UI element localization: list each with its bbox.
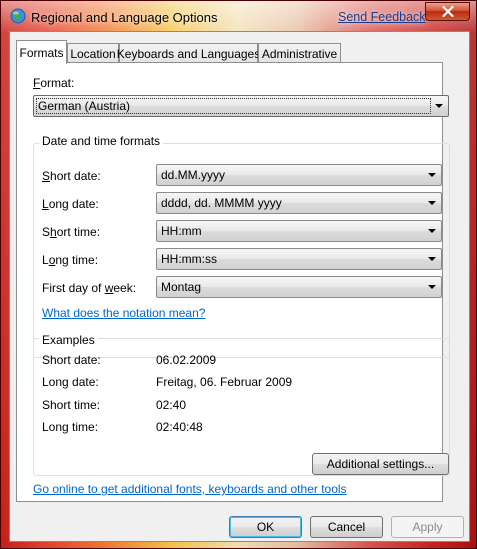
formats-panel: Format: German (Austria) Date and time f… [16, 62, 450, 502]
long-time-dropdown[interactable]: HH:mm:ss [156, 248, 442, 270]
example-label: Long time: [42, 420, 99, 434]
close-icon [441, 6, 454, 17]
short-date-dropdown[interactable]: dd.MM.yyyy [156, 164, 442, 186]
example-value: 02:40:48 [156, 420, 203, 434]
globe-icon [10, 8, 26, 24]
cancel-button[interactable]: Cancel [310, 516, 383, 538]
date-time-group-title: Date and time formats [39, 134, 164, 148]
tab-label: Administrative [261, 46, 338, 61]
format-dropdown[interactable]: German (Austria) [33, 95, 449, 117]
ok-button[interactable]: OK [229, 516, 302, 538]
first-day-value: Montag [161, 280, 202, 294]
short-date-value: dd.MM.yyyy [161, 168, 226, 182]
tab-keyboards-and-languages[interactable]: Keyboards and Languages [116, 43, 261, 63]
long-date-label: Long date: [42, 197, 99, 211]
example-label: Long date: [42, 375, 99, 389]
chevron-down-icon [425, 277, 439, 297]
chevron-down-icon [425, 165, 439, 185]
apply-button[interactable]: Apply [391, 516, 464, 538]
long-time-label: Long time: [42, 253, 99, 267]
online-tools-link[interactable]: Go online to get additional fonts, keybo… [33, 482, 347, 496]
chevron-down-icon [425, 249, 439, 269]
short-time-dropdown[interactable]: HH:mm [156, 220, 442, 242]
short-time-value: HH:mm [161, 224, 202, 238]
dialog-window: Regional and Language Options Send Feedb… [0, 0, 477, 549]
tab-label: Keyboards and Languages [116, 46, 261, 61]
tab-label: Location [70, 46, 116, 61]
close-button[interactable] [425, 2, 470, 21]
title-bar[interactable]: Regional and Language Options Send Feedb… [1, 1, 477, 35]
first-day-label: First day of week: [42, 281, 137, 295]
chevron-down-icon [432, 96, 446, 116]
example-value: 06.02.2009 [156, 353, 217, 367]
dialog-client: Formats Location Keyboards and Languages… [9, 31, 470, 542]
chevron-down-icon [425, 221, 439, 241]
example-label: Short date: [42, 353, 101, 367]
long-date-value: dddd, dd. MMMM yyyy [161, 196, 282, 210]
send-feedback-link[interactable]: Send Feedback [338, 10, 426, 24]
tab-formats[interactable]: Formats [16, 40, 67, 64]
first-day-dropdown[interactable]: Montag [156, 276, 442, 298]
focus-rect [36, 98, 431, 114]
format-label: Format: [33, 76, 75, 90]
example-value: 02:40 [156, 398, 187, 412]
additional-settings-button[interactable]: Additional settings... [312, 453, 449, 475]
long-time-value: HH:mm:ss [161, 252, 217, 266]
examples-group-title: Examples [39, 333, 98, 347]
tab-label: Formats [19, 45, 64, 60]
window-title: Regional and Language Options [31, 10, 218, 25]
chevron-down-icon [425, 193, 439, 213]
notation-help-link[interactable]: What does the notation mean? [42, 306, 205, 320]
short-time-label: Short time: [42, 225, 101, 239]
tab-administrative[interactable]: Administrative [258, 43, 341, 63]
long-date-dropdown[interactable]: dddd, dd. MMMM yyyy [156, 192, 442, 214]
short-date-label: Short date: [42, 169, 101, 183]
tab-location[interactable]: Location [67, 43, 119, 63]
example-label: Short time: [42, 398, 101, 412]
example-value: Freitag, 06. Februar 2009 [156, 375, 293, 389]
